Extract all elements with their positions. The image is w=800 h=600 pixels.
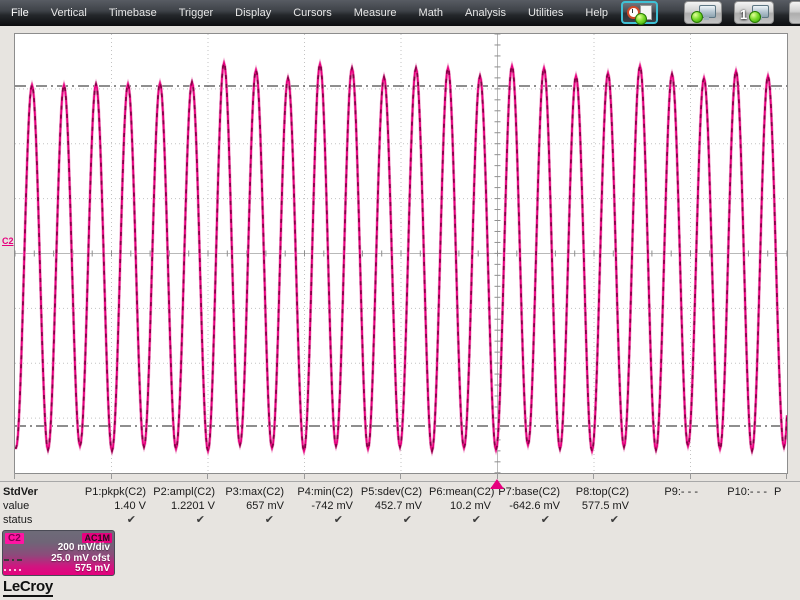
value-row-label: value: [3, 500, 30, 512]
menu-item-help[interactable]: Help: [574, 0, 619, 26]
status-row-label: status: [3, 514, 33, 526]
param-status-check: ✔: [609, 514, 619, 526]
menubar: File Vertical Timebase Trigger Display C…: [0, 0, 800, 26]
display-1-button[interactable]: 1: [734, 1, 774, 24]
menu-item-trigger[interactable]: Trigger: [168, 0, 224, 26]
param-value: -742 mV: [311, 500, 353, 512]
param-label[interactable]: P6:mean(C2): [429, 485, 494, 499]
measurement-column: P9:- - -: [636, 482, 705, 529]
menu-item-math[interactable]: Math: [408, 0, 454, 26]
graticule-and-trace: [15, 34, 787, 473]
param-status-check: ✔: [402, 514, 412, 526]
measurement-column: P7:base(C2) -642.6 mV ✔: [498, 482, 567, 529]
param-status-check: ✔: [471, 514, 481, 526]
scheduled-capture-button[interactable]: [621, 1, 658, 25]
param-status-check: ✔: [126, 514, 136, 526]
measurement-row-labels: StdVer value status: [0, 482, 84, 529]
grid-tick-mark: [14, 473, 15, 479]
param-label[interactable]: P7:base(C2): [498, 485, 560, 499]
menu-item-analysis[interactable]: Analysis: [454, 0, 517, 26]
menu-item-timebase[interactable]: Timebase: [98, 0, 168, 26]
measurement-column: P1:pkpk(C2) 1.40 V ✔: [84, 482, 153, 529]
param-status-check: ✔: [195, 514, 205, 526]
measurement-column: P8:top(C2) 577.5 mV ✔: [567, 482, 636, 529]
measurement-column: P3:max(C2) 657 mV ✔: [222, 482, 291, 529]
menu-item-cursors[interactable]: Cursors: [282, 0, 343, 26]
param-value: -642.6 mV: [509, 500, 560, 512]
param-value: 452.7 mV: [374, 500, 422, 512]
measurement-column: P4:min(C2) -742 mV ✔: [291, 482, 360, 529]
measurement-column: P6:mean(C2) 10.2 mV ✔: [429, 482, 498, 529]
param-value: 1.2201 V: [170, 500, 215, 512]
grid-tick-mark: [207, 473, 208, 479]
base-level-marker-icon: [4, 569, 24, 571]
param-status-check: ✔: [264, 514, 274, 526]
green-status-orb-icon: [749, 11, 761, 23]
measure-set-label: StdVer: [3, 486, 38, 498]
param-label[interactable]: P9:- - -: [636, 485, 698, 499]
param-label[interactable]: P2:ampl(C2): [153, 485, 215, 499]
base-level-value: -625 mV: [51, 574, 110, 575]
display-button[interactable]: [684, 1, 722, 24]
measurement-column: P2:ampl(C2) 1.2201 V ✔: [153, 482, 222, 529]
measurement-column: P10:- - -: [705, 482, 774, 529]
param-label[interactable]: P10:- - -: [705, 485, 767, 499]
button-number-label: 1: [740, 7, 748, 22]
channel-settings-text: 200 mV/div 25.0 mV ofst 575 mV -625 mV: [51, 542, 110, 575]
param-status-check: ✔: [333, 514, 343, 526]
param-overflow-label: P: [774, 486, 782, 498]
top-level-marker-icon: [4, 559, 24, 561]
menu-item-measure[interactable]: Measure: [343, 0, 408, 26]
menu-item-utilities[interactable]: Utilities: [517, 0, 574, 26]
grid-tick-mark: [689, 473, 691, 479]
param-status-check: ✔: [540, 514, 550, 526]
measurement-columns: P1:pkpk(C2) 1.40 V ✔ P2:ampl(C2) 1.2201 V ✔ P3…: [84, 482, 774, 529]
menu-item-display[interactable]: Display: [224, 0, 282, 26]
param-value: 1.40 V: [114, 500, 146, 512]
green-status-orb-icon: [691, 11, 703, 23]
param-label[interactable]: P4:min(C2): [291, 485, 353, 499]
channel-badge: C2: [5, 533, 24, 544]
menu-item-file[interactable]: File: [0, 0, 40, 26]
param-label[interactable]: P1:pkpk(C2): [84, 485, 146, 499]
param-value: 577.5 mV: [581, 500, 629, 512]
grid-tick-mark: [786, 473, 787, 479]
measurement-table: StdVer value status P1:pkpk(C2) 1.40 V ✔ P2…: [0, 481, 800, 529]
param-label[interactable]: P5:sdev(C2): [360, 485, 422, 499]
trigger-position-marker[interactable]: [490, 479, 504, 489]
measurement-column: P5:sdev(C2) 452.7 mV ✔: [360, 482, 429, 529]
volts-per-div: 200 mV/div: [57, 542, 110, 553]
grid-tick-mark: [303, 473, 305, 479]
grid-tick-mark: [400, 473, 401, 479]
lecroy-logo: LeCroy: [3, 578, 53, 597]
top-level-value: 575 mV: [74, 563, 110, 574]
partial-button[interactable]: [789, 1, 800, 24]
grid-tick-mark: [593, 473, 594, 479]
param-label[interactable]: P8:top(C2): [567, 485, 629, 499]
timebase-tick-strip: [0, 473, 800, 480]
channel-trace-label[interactable]: C2: [2, 236, 14, 246]
menu-item-vertical[interactable]: Vertical: [40, 0, 98, 26]
green-status-orb-icon: [635, 13, 647, 25]
grid-tick-mark: [110, 473, 112, 479]
param-value: 657 mV: [246, 500, 284, 512]
param-label[interactable]: P3:max(C2): [222, 485, 284, 499]
param-value: 10.2 mV: [450, 500, 491, 512]
oscilloscope-app: File Vertical Timebase Trigger Display C…: [0, 0, 800, 600]
waveform-display: [14, 33, 788, 474]
